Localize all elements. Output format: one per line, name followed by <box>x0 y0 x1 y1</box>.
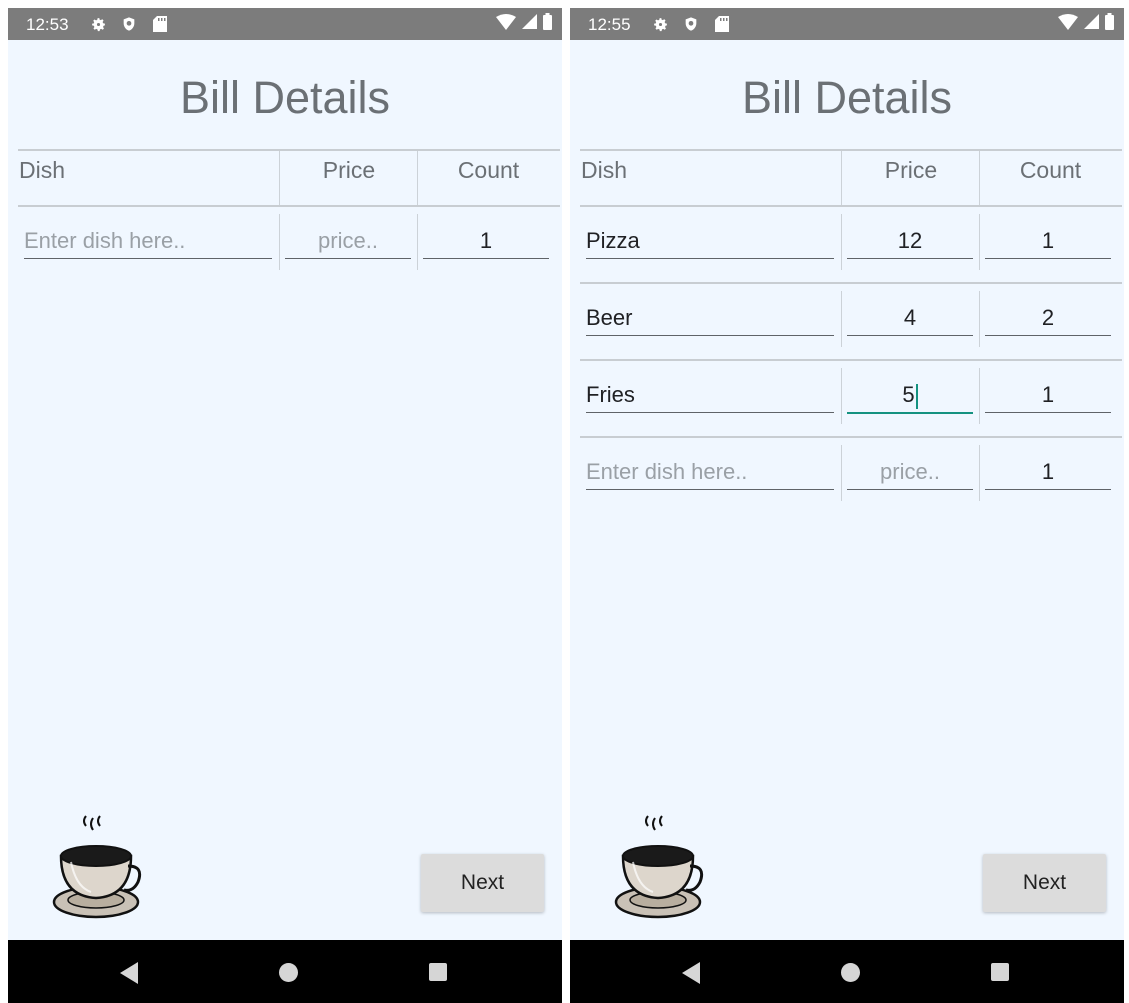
page-title: Bill Details <box>179 72 391 123</box>
dish-header: Dish <box>581 157 628 183</box>
settings-icon <box>88 14 108 34</box>
table-row: Fries 5 1 <box>580 361 1122 438</box>
count-input[interactable]: 2 <box>985 301 1111 336</box>
back-icon[interactable] <box>682 962 700 984</box>
back-icon[interactable] <box>120 962 138 984</box>
status-time: 12:55 <box>588 15 631 34</box>
dish-input[interactable]: Fries <box>586 378 834 413</box>
price-input[interactable]: price.. <box>847 455 973 490</box>
table-row: Enter dish here.. price.. 1 <box>580 438 1122 515</box>
price-input-focused[interactable]: 5 <box>847 378 973 414</box>
navigation-bar <box>8 940 562 1003</box>
dish-header: Dish <box>19 157 66 183</box>
column-divider <box>417 214 418 270</box>
price-value: 5 <box>902 382 915 407</box>
count-input[interactable]: 1 <box>985 455 1111 490</box>
price-input[interactable]: 4 <box>847 301 973 336</box>
status-bar: 12:55 <box>570 8 1124 40</box>
price-header: Price <box>884 157 938 183</box>
column-divider <box>979 445 980 501</box>
column-divider <box>841 214 842 270</box>
home-icon[interactable] <box>279 963 298 982</box>
table-row: Beer 4 2 <box>580 284 1122 361</box>
column-divider <box>979 368 980 424</box>
coffee-cup-icon <box>52 815 142 919</box>
count-input[interactable]: 1 <box>985 224 1111 259</box>
recents-icon[interactable] <box>991 963 1009 981</box>
table-rule <box>18 149 560 151</box>
dish-input[interactable]: Pizza <box>586 224 834 259</box>
table-rule <box>580 149 1122 151</box>
navigation-bar <box>570 940 1124 1003</box>
settings-icon <box>650 14 670 34</box>
next-button[interactable]: Next <box>421 854 544 912</box>
column-divider <box>841 291 842 347</box>
signal-icon <box>522 14 537 34</box>
table-row: Enter dish here.. price.. 1 <box>18 207 560 284</box>
count-input[interactable]: 1 <box>985 378 1111 413</box>
column-divider <box>979 291 980 347</box>
sd-card-icon <box>712 14 732 34</box>
wifi-icon <box>1058 13 1078 35</box>
page-title: Bill Details <box>741 72 953 123</box>
coffee-cup-icon <box>614 815 704 919</box>
price-input[interactable]: 12 <box>847 224 973 259</box>
column-divider <box>979 214 980 270</box>
price-input[interactable]: price.. <box>285 224 411 259</box>
dish-input[interactable]: Enter dish here.. <box>24 224 272 259</box>
count-header: Count <box>457 157 520 183</box>
wifi-icon <box>496 13 516 35</box>
shield-icon <box>119 14 139 34</box>
battery-icon <box>1105 13 1114 35</box>
shield-icon <box>681 14 701 34</box>
price-header: Price <box>322 157 376 183</box>
battery-icon <box>543 13 552 35</box>
sd-card-icon <box>150 14 170 34</box>
dish-input[interactable]: Enter dish here.. <box>586 455 834 490</box>
next-button[interactable]: Next <box>983 854 1106 912</box>
home-icon[interactable] <box>841 963 860 982</box>
dish-input[interactable]: Beer <box>586 301 834 336</box>
status-time: 12:53 <box>26 15 69 34</box>
column-divider <box>279 214 280 270</box>
bill-screen-2: 12:55 Bill Details Dish Price Count Pizz… <box>570 8 1124 1003</box>
column-divider <box>841 368 842 424</box>
text-cursor <box>915 383 918 409</box>
recents-icon[interactable] <box>429 963 447 981</box>
count-header: Count <box>1019 157 1082 183</box>
count-input[interactable]: 1 <box>423 224 549 259</box>
column-divider <box>841 445 842 501</box>
bill-screen-1: 12:53 Bill Details Dish Price Count Ente… <box>8 8 562 1003</box>
status-bar: 12:53 <box>8 8 562 40</box>
table-row: Pizza 12 1 <box>580 207 1122 284</box>
signal-icon <box>1084 14 1099 34</box>
